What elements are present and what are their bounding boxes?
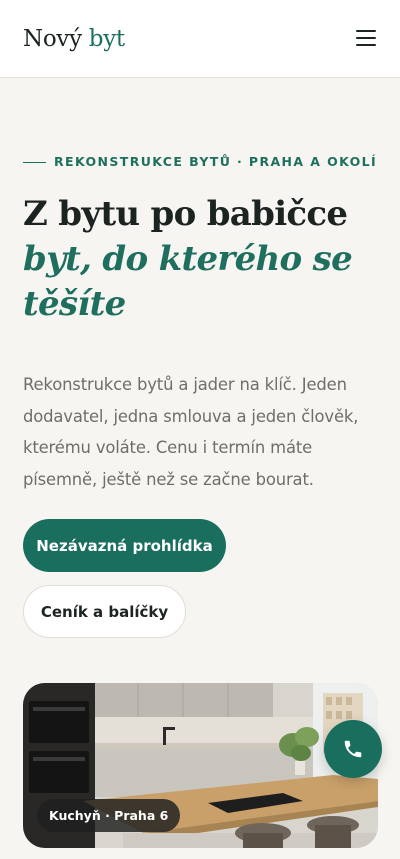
logo-text-primary: Nový	[23, 26, 82, 52]
call-button[interactable]	[324, 720, 382, 778]
menu-bar	[356, 44, 376, 46]
hero-eyebrow: REKONSTRUKCE BYTŮ · PRAHA A OKOLÍ	[23, 152, 377, 172]
menu-bar	[356, 37, 376, 39]
phone-icon	[344, 740, 362, 758]
pricing-button[interactable]: Ceník a balíčky	[23, 585, 186, 638]
hero-title-line1: Z bytu po babičce	[23, 194, 348, 234]
logo-text-accent: byt	[88, 26, 125, 52]
menu-bar	[356, 30, 376, 32]
viewing-request-button[interactable]: Nezávazná prohlídka	[23, 519, 226, 572]
hero-lead: Rekonstrukce bytů a jader na klíč. Jeden…	[23, 375, 359, 489]
photo-caption-badge: Kuchyň · Praha 6	[37, 799, 181, 832]
eyebrow-line	[23, 161, 46, 163]
eyebrow-text: REKONSTRUKCE BYTŮ · PRAHA A OKOLÍ	[54, 154, 378, 169]
hamburger-menu-icon[interactable]	[354, 27, 378, 51]
hero-title-line2: byt, do kterého se těšíte	[23, 239, 353, 324]
hero-title: Z bytu po babičce byt, do kterého se těš…	[23, 192, 383, 327]
site-header: Nový byt	[0, 0, 400, 78]
logo[interactable]: Nový byt	[23, 24, 125, 54]
